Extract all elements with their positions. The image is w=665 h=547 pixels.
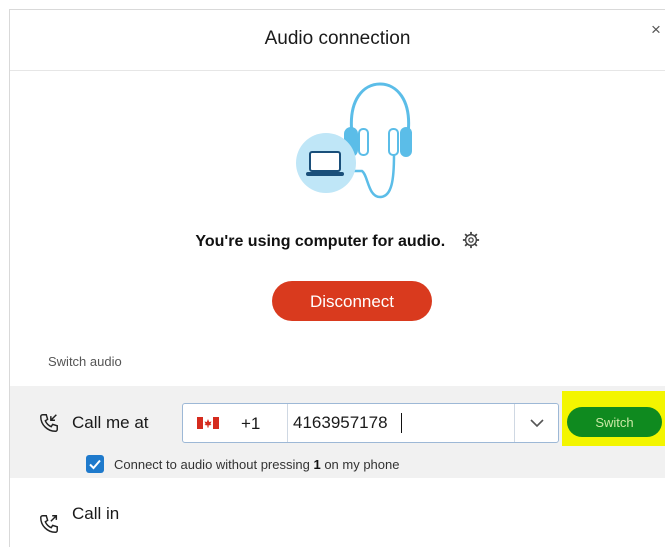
gear-icon[interactable]: [462, 231, 480, 249]
disconnect-button[interactable]: Disconnect: [272, 281, 432, 321]
phone-incoming-icon: [40, 414, 58, 432]
option-text-prefix: Connect to audio without pressing: [114, 457, 314, 472]
dialog-title: Audio connection: [264, 28, 411, 49]
switch-audio-label: Switch audio: [48, 354, 122, 369]
chevron-down-icon[interactable]: [516, 404, 558, 442]
option-text-suffix: on my phone: [320, 457, 400, 472]
audio-connection-dialog: Audio connection × You're using computer…: [9, 9, 665, 547]
status-text: You're using computer for audio.: [195, 233, 446, 250]
text-cursor: [401, 413, 402, 433]
phone-outgoing-icon: [40, 515, 58, 533]
option-key: 1: [313, 457, 321, 472]
country-code: +1: [241, 414, 261, 433]
call-in-option[interactable]: Call in: [72, 504, 119, 524]
dialog-header: Audio connection ×: [10, 10, 665, 71]
audio-status: You're using computer for audio.: [10, 231, 665, 251]
country-selector[interactable]: +1: [183, 404, 288, 442]
call-me-row: Call me at +1 Switch: [10, 386, 665, 478]
checkmark-icon: [89, 459, 101, 470]
switch-button[interactable]: Switch: [567, 407, 662, 437]
connect-without-pressing-checkbox[interactable]: [86, 455, 104, 473]
phone-number-group: +1: [182, 403, 559, 443]
call-me-label: Call me at: [72, 413, 149, 432]
canada-flag-icon: [197, 417, 219, 429]
close-icon[interactable]: ×: [651, 21, 665, 39]
connect-option-label: Connect to audio without pressing 1 on m…: [114, 457, 399, 472]
laptop-headphones-illustration: [296, 82, 412, 199]
